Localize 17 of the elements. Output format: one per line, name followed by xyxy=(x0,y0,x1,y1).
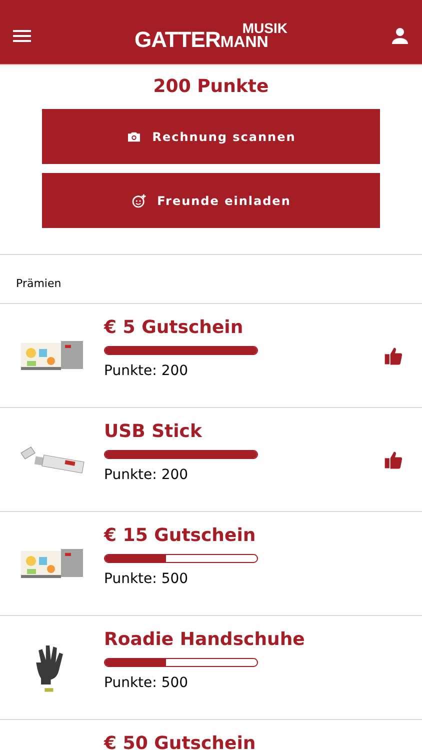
reward-title: € 50 Gutschein xyxy=(104,733,257,750)
reward-points: Punkte: 500 xyxy=(104,675,190,691)
reward-points: Punkte: 500 xyxy=(104,571,190,587)
logo-text: MUSIK xyxy=(241,22,288,34)
reward-title: Roadie Handschuhe xyxy=(104,629,306,650)
section-heading: Prämien xyxy=(0,255,422,304)
logo-text: MANN xyxy=(220,34,270,50)
logo-text: GATTER xyxy=(134,28,220,50)
invite-friends-button[interactable]: Freunde einladen xyxy=(42,173,380,228)
scan-invoice-button[interactable]: Rechnung scannen xyxy=(42,109,380,164)
reward-points: Punkte: 200 xyxy=(104,467,190,483)
reward-title: € 5 Gutschein xyxy=(104,317,244,338)
reward-title: € 15 Gutschein xyxy=(104,525,257,546)
face-plus-icon xyxy=(131,192,148,208)
reward-points: Punkte: 200 xyxy=(104,363,190,379)
reward-title: USB Stick xyxy=(104,421,204,442)
points-total: 200 Punkte xyxy=(152,75,270,99)
